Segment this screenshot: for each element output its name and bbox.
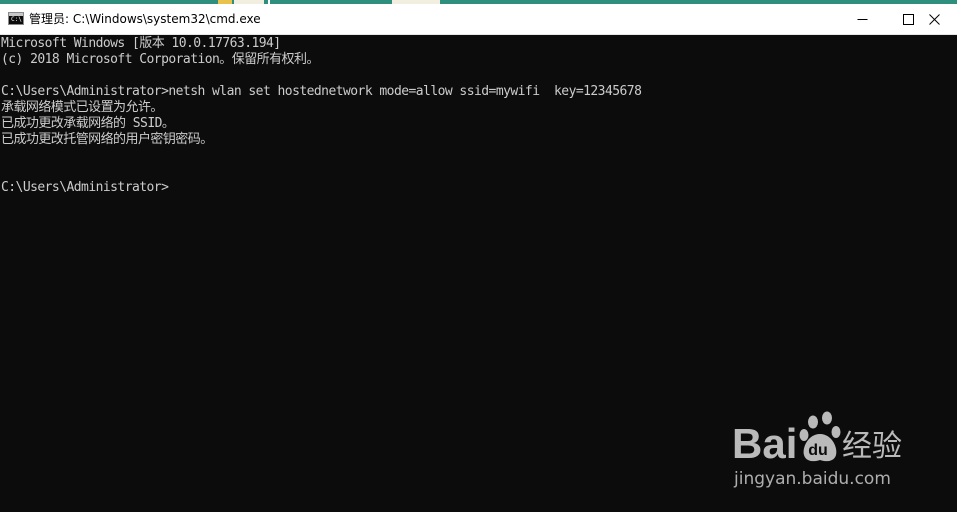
baidu-jingyan-watermark: Bai du 经验 jingyan.baidu.com xyxy=(730,408,920,493)
console-line: 已成功更改托管网络的用户密钥密码。 xyxy=(1,132,213,147)
cmd-icon-prompt: C:\ xyxy=(11,16,22,23)
console-line: 承载网络模式已设置为允许。 xyxy=(1,100,163,115)
window-title: 管理员: C:\Windows\system32\cmd.exe xyxy=(29,12,261,26)
console-line: (c) 2018 Microsoft Corporation。保留所有权利。 xyxy=(1,52,319,67)
window-titlebar[interactable]: C:\ 管理员: C:\Windows\system32\cmd.exe xyxy=(0,4,957,35)
svg-text:du: du xyxy=(808,442,828,459)
watermark-url: jingyan.baidu.com xyxy=(734,469,891,489)
close-button[interactable] xyxy=(911,4,957,34)
console-line: Microsoft Windows [版本 10.0.17763.194] xyxy=(1,36,281,51)
console-line: 已成功更改承载网络的 SSID。 xyxy=(1,116,175,131)
cmd-icon: C:\ xyxy=(8,12,24,25)
watermark-brand-right: 经验 xyxy=(842,429,902,464)
console-prompt-line: C:\Users\Administrator> xyxy=(1,180,169,195)
watermark-brand-left: Bai xyxy=(732,420,797,467)
minimize-button[interactable] xyxy=(839,4,885,34)
baidu-logo: Bai du 经验 xyxy=(732,411,902,467)
minimize-icon xyxy=(857,18,867,20)
console-line: C:\Users\Administrator>netsh wlan set ho… xyxy=(1,84,642,99)
close-icon xyxy=(928,13,940,25)
